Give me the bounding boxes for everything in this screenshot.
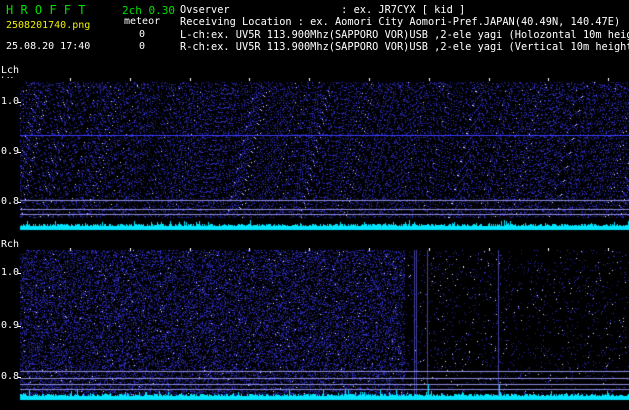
lch-label: Lch (1, 65, 20, 76)
y-tick-mark (18, 273, 21, 274)
y-tick-mark (18, 377, 21, 378)
lch-y-label: 1.0 (1, 96, 20, 107)
lch-y-label: 0.8 (1, 196, 20, 207)
observer-info: Ovserver : ex. JR7CYX [ kid ] (180, 4, 466, 16)
meteor-count-lch: 0 (139, 29, 146, 40)
y-tick-mark (18, 152, 21, 153)
y-tick-mark (18, 202, 21, 203)
lch-y-label: 0.9 (1, 146, 20, 157)
rch-info: R-ch:ex. UV5R 113.900Mhz(SAPPORO VOR)USB… (180, 41, 629, 53)
datetime-label: 25.08.20 17:40 (6, 41, 91, 52)
rch-y-label: 1.0 (1, 267, 20, 278)
y-tick-mark (18, 102, 21, 103)
lch-info: L-ch:ex. UV5R 113.900Mhz(SAPPORO VOR)USB… (180, 29, 629, 41)
image-filename: 2508201740.png (6, 20, 91, 31)
lch-spectrogram (0, 78, 629, 234)
rch-spectrogram (0, 248, 629, 410)
location-info: Receiving Location : ex. Aomori City Aom… (180, 16, 621, 28)
brand-title: H R O F F T (6, 3, 86, 17)
meteor-count-rch: 0 (139, 41, 146, 52)
hroft-window: H R O F F T 2ch 0.30 2508201740.png mete… (0, 0, 629, 410)
rch-y-label: 0.9 (1, 320, 20, 331)
version-label: 2ch 0.30 (122, 4, 175, 17)
rch-y-label: 0.8 (1, 371, 20, 382)
y-tick-mark (18, 326, 21, 327)
meteor-label: meteor (124, 16, 161, 27)
